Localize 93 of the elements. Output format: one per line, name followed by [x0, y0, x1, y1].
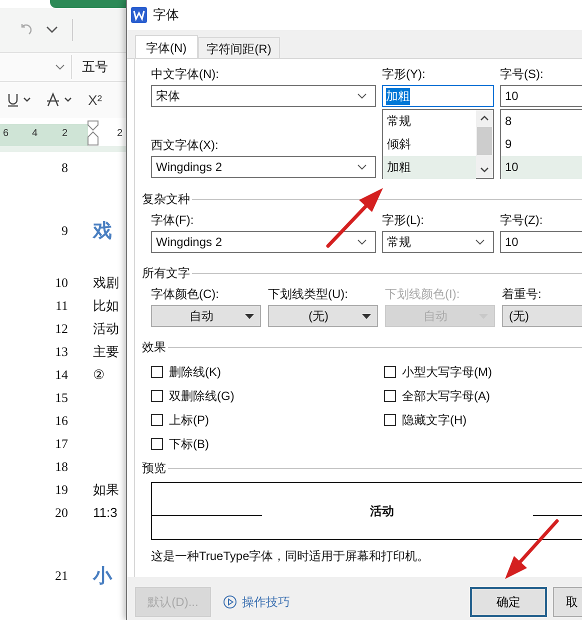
checkbox[interactable]: 上标(P)	[151, 408, 384, 432]
underline-icon[interactable]	[6, 92, 32, 108]
line-number: 15	[54, 390, 68, 406]
app-logo-icon	[131, 7, 147, 23]
field-label: 字号(Z):	[500, 213, 544, 227]
ok-button[interactable]: 确定	[470, 587, 547, 617]
list-item[interactable]: 8	[501, 110, 582, 133]
preview-sample-text: 活动	[370, 503, 394, 520]
line-number: 19	[54, 482, 68, 498]
document-text: 活动	[93, 320, 119, 338]
dropdown-button[interactable]: (无)	[268, 305, 378, 327]
chevron-down-icon	[357, 93, 367, 99]
field-label: 字体颜色(C):	[151, 287, 220, 301]
text-field[interactable]: 10	[500, 231, 582, 253]
tips-link[interactable]: 操作技巧	[223, 594, 290, 610]
line-number: 8	[60, 160, 68, 176]
indent-marker-icon[interactable]	[87, 120, 99, 146]
ruler-number: 2	[117, 128, 123, 139]
window-title: 字体	[153, 6, 179, 24]
checkbox[interactable]: 隐藏文字(H)	[384, 408, 582, 432]
strikethrough-icon[interactable]	[46, 92, 74, 108]
document-text: 小	[93, 565, 112, 589]
field-label: 下划线类型(U):	[268, 287, 349, 301]
arrow-annotation	[326, 188, 383, 248]
line-number: 12	[54, 320, 68, 336]
line-number: 14	[54, 366, 68, 382]
chevron-down-icon	[475, 239, 485, 245]
font-style-input[interactable]: 加粗	[382, 85, 494, 107]
checkbox[interactable]: 下标(B)	[151, 432, 384, 456]
western-font-combo[interactable]: Wingdings 2	[151, 156, 376, 178]
document-text: 如果	[93, 480, 119, 498]
ruler-number: 2	[62, 128, 68, 139]
play-icon	[223, 595, 237, 609]
superscript-button[interactable]: X²	[88, 92, 102, 108]
field-label: 字号(S):	[500, 67, 544, 81]
checkbox[interactable]: 双删除线(G)	[151, 384, 384, 408]
arrow-annotation	[505, 519, 559, 579]
ruler-number: 4	[32, 128, 38, 139]
line-number: 21	[54, 568, 68, 584]
document-text: 比如	[93, 296, 119, 314]
dropdown-combo[interactable]: Wingdings 2	[151, 231, 376, 253]
scrollbar[interactable]	[476, 110, 493, 178]
cancel-button[interactable]: 取	[553, 587, 582, 617]
section-heading: 效果	[142, 338, 166, 356]
document-text: 主要	[93, 342, 119, 360]
tab[interactable]: 字符间距(R)	[198, 37, 280, 58]
field-label: 字形(L):	[382, 213, 425, 227]
field-label: 下划线颜色(I):	[385, 287, 461, 301]
section-heading: 所有文字	[142, 264, 190, 282]
chevron-down-icon	[357, 164, 367, 170]
checkbox[interactable]: 小型大写字母(M)	[384, 360, 582, 384]
list-item[interactable]: 常规	[383, 110, 476, 133]
caret-icon	[245, 314, 254, 318]
line-number: 10	[54, 274, 68, 290]
list-item[interactable]: 9	[501, 133, 582, 156]
list-item[interactable]: 倾斜	[383, 133, 476, 156]
chevron-down-icon	[357, 239, 367, 245]
document-text: 11:3	[93, 505, 118, 520]
checkbox[interactable]: 删除线(K)	[151, 360, 384, 384]
dropdown-button[interactable]: 自动	[151, 305, 261, 327]
line-number: 17	[54, 436, 68, 452]
line-number: 13	[54, 344, 68, 360]
line-number: 11	[54, 298, 68, 314]
chevron-down-icon[interactable]	[46, 26, 58, 34]
section-heading: 预览	[142, 460, 166, 476]
chinese-font-combo[interactable]: 宋体	[151, 85, 376, 107]
field-label: 字体(F):	[151, 213, 195, 227]
document-text: 戏	[93, 220, 112, 244]
chevron-down-icon	[55, 64, 65, 70]
line-number: 16	[54, 412, 68, 428]
field-label: 西文字体(X):	[151, 138, 220, 152]
font-description: 这是一种TrueType字体，同时适用于屏幕和打印机。	[151, 548, 430, 565]
line-number: 20	[54, 504, 68, 520]
document-text: ②	[93, 366, 105, 382]
field-label: 中文字体(N):	[151, 67, 220, 81]
field-label: 字形(Y):	[382, 67, 426, 81]
list-item[interactable]: 加粗	[383, 156, 476, 179]
ruler-number: 6	[3, 128, 9, 139]
document-text: 戏剧	[93, 274, 119, 292]
dropdown-button[interactable]: (无)	[502, 305, 582, 327]
caret-icon	[362, 314, 371, 318]
font-size-combo[interactable]: 五号	[72, 58, 108, 76]
line-number: 9	[60, 223, 68, 239]
checkbox[interactable]: 全部大写字母(A)	[384, 384, 582, 408]
font-size-input[interactable]: 10	[500, 85, 582, 107]
dropdown-combo[interactable]: 常规	[382, 231, 494, 253]
section-heading: 复杂文种	[142, 190, 190, 208]
chevron-down-icon[interactable]	[480, 167, 489, 173]
list-item[interactable]: 10	[501, 156, 582, 179]
chevron-up-icon[interactable]	[480, 115, 489, 121]
field-label: 着重号:	[502, 287, 542, 301]
line-number: 18	[54, 458, 68, 474]
tab[interactable]: 字体(N)	[135, 35, 198, 58]
